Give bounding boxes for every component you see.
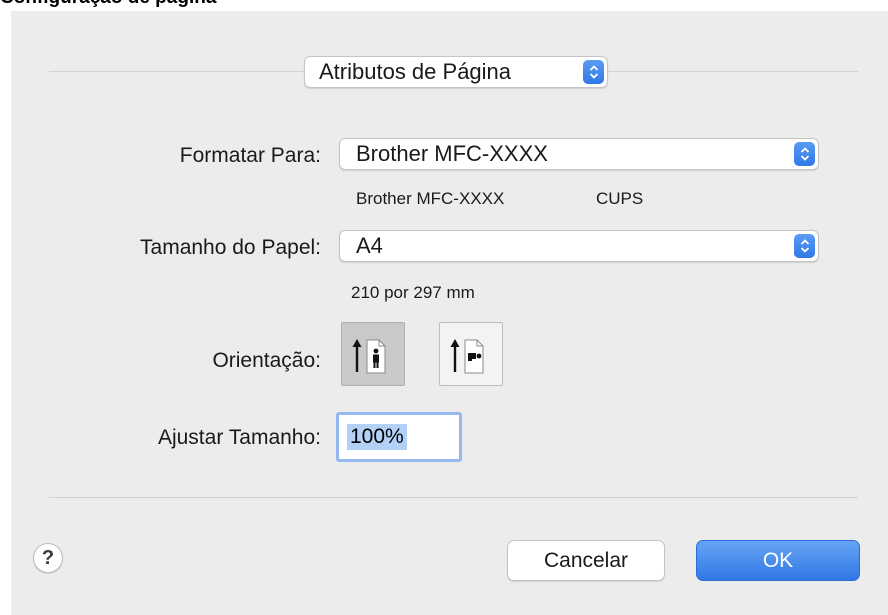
- format-for-popup[interactable]: Brother MFC-XXXX: [339, 138, 819, 170]
- bottom-separator: [49, 497, 858, 498]
- format-for-label: Formatar Para:: [179, 144, 321, 167]
- cancel-button[interactable]: Cancelar: [507, 540, 665, 581]
- portrait-orientation-button[interactable]: [341, 322, 405, 386]
- popup-stepper-icon: [794, 142, 815, 166]
- scale-input-value: 100%: [347, 424, 407, 450]
- orientation-label: Orientação:: [212, 349, 321, 372]
- format-for-value: Brother MFC-XXXX: [356, 141, 548, 166]
- settings-popup-value: Atributos de Página: [319, 59, 512, 84]
- scale-label: Ajustar Tamanho:: [157, 426, 321, 449]
- page-setup-dialog: Atributos de Página Formatar Para: Broth…: [11, 11, 888, 615]
- portrait-orientation-icon: [352, 339, 386, 374]
- paper-dimensions: 210 por 297 mm: [351, 283, 475, 302]
- scale-input[interactable]: 100%: [336, 412, 462, 462]
- printer-type: CUPS: [596, 189, 644, 208]
- paper-size-label: Tamanho do Papel:: [140, 236, 321, 259]
- page-heading: Configuração de página: [0, 0, 216, 9]
- paper-size-popup[interactable]: A4: [339, 230, 819, 262]
- ok-button[interactable]: OK: [696, 540, 860, 581]
- popup-stepper-icon: [583, 60, 604, 84]
- paper-size-value: A4: [356, 233, 383, 258]
- settings-popup[interactable]: Atributos de Página: [304, 56, 608, 88]
- landscape-orientation-button[interactable]: [439, 322, 503, 386]
- landscape-orientation-icon: [450, 339, 484, 374]
- printer-name: Brother MFC-XXXX: [356, 189, 505, 208]
- popup-stepper-icon: [794, 234, 815, 258]
- help-button[interactable]: ?: [33, 543, 63, 573]
